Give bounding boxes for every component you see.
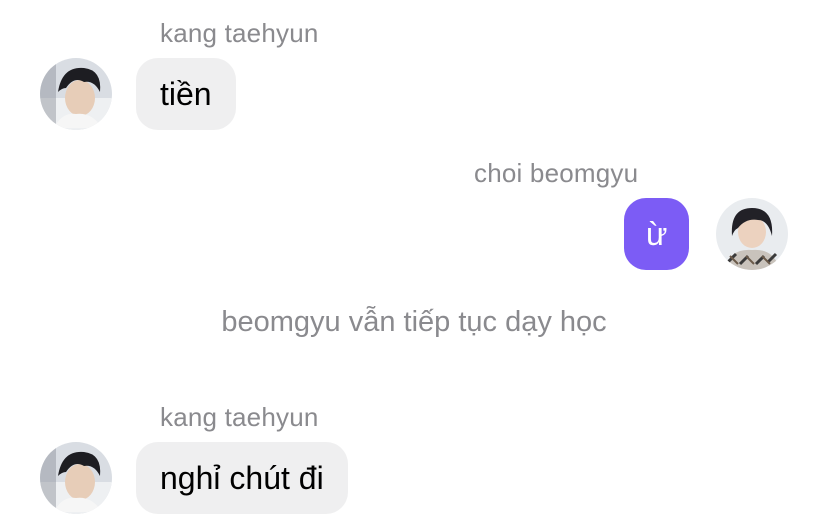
sender-name: kang taehyun xyxy=(160,18,319,48)
sender-name: kang taehyun xyxy=(160,402,319,432)
avatar-choi-beomgyu[interactable] xyxy=(716,198,788,270)
message-bubble-incoming[interactable]: tiền xyxy=(136,58,236,130)
message-bubble-incoming[interactable]: nghỉ chút đi xyxy=(136,442,348,514)
avatar-photo-icon xyxy=(40,442,112,514)
sender-name: choi beomgyu xyxy=(474,158,639,188)
system-message: beomgyu vẫn tiếp tục dạy học xyxy=(221,306,607,338)
avatar-photo-icon xyxy=(40,58,112,130)
avatar-kang-taehyun[interactable] xyxy=(40,442,112,514)
avatar-photo-icon xyxy=(716,198,788,270)
avatar-kang-taehyun[interactable] xyxy=(40,58,112,130)
chat-thread: kang taehyun tiền choi beomgyu ừ beomgyu… xyxy=(0,0,828,532)
message-bubble-outgoing[interactable]: ừ xyxy=(624,198,690,270)
